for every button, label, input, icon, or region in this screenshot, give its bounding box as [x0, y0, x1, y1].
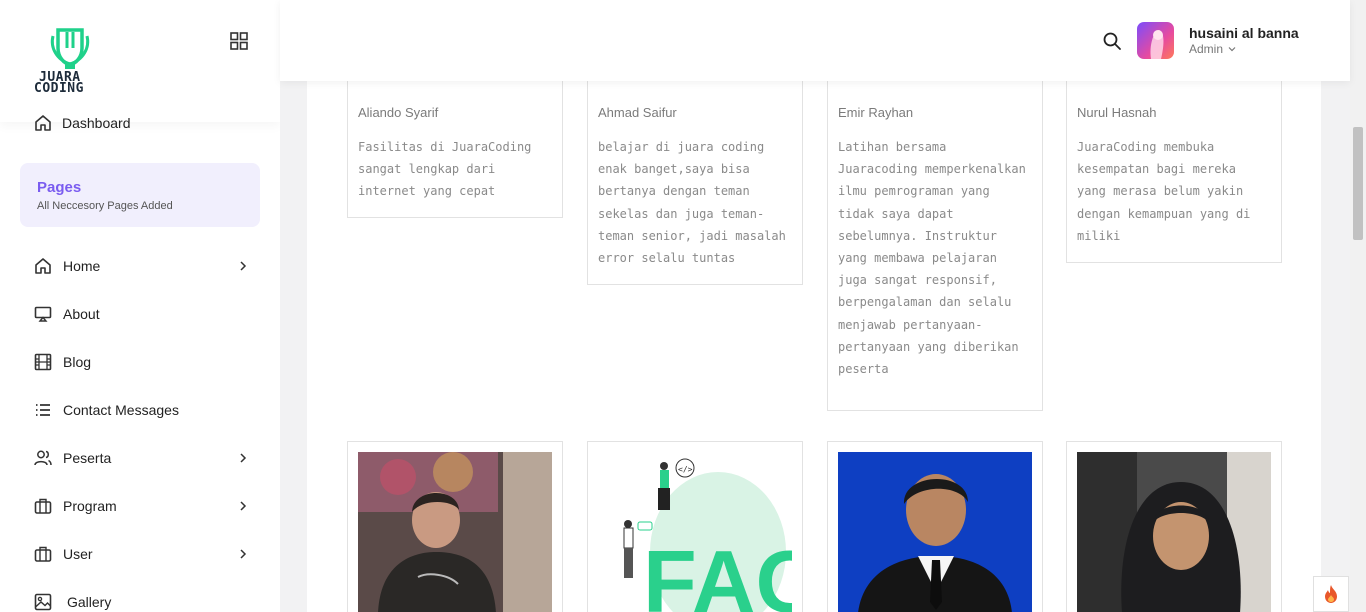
grid-menu-icon[interactable] — [229, 31, 249, 51]
participant-photo — [1077, 452, 1271, 612]
logo-text: JUARA CODING — [34, 70, 84, 96]
monitor-icon — [34, 306, 52, 322]
sidebar-item-home[interactable]: Home — [34, 242, 254, 290]
faq-illustration: FAQ </> — [598, 452, 792, 612]
sidebar-item-peserta[interactable]: Peserta — [34, 434, 254, 482]
sidebar-item-label: Home — [63, 258, 101, 274]
sidebar-item-about[interactable]: About — [34, 290, 254, 338]
chevron-right-icon — [240, 501, 247, 511]
sidebar-item-label: Peserta — [63, 450, 112, 466]
sidebar: JUARA CODING Dashboard Pages All Necceso… — [0, 0, 280, 612]
chevron-right-icon — [240, 261, 247, 271]
testimonial-text: JuaraCoding membuka kesempatan bagi mere… — [1077, 140, 1251, 243]
sidebar-item-program[interactable]: Program — [34, 482, 254, 530]
testimonial-name: Aliando Syarif — [358, 105, 439, 120]
user-role-dropdown[interactable]: Admin — [1189, 42, 1236, 56]
pages-title: Pages — [37, 179, 82, 196]
user-name[interactable]: husaini al banna — [1189, 25, 1299, 41]
sidebar-item-contact-messages[interactable]: Contact Messages — [34, 386, 254, 434]
participant-photo — [838, 452, 1032, 612]
testimonial-card: Ahmad Saifur belajar di juara coding ena… — [587, 81, 803, 285]
brand-header: JUARA CODING — [0, 0, 280, 122]
testimonial-card: Aliando Syarif Fasilitas di JuaraCoding … — [347, 81, 563, 218]
photo-card — [347, 441, 563, 612]
list-icon — [36, 404, 50, 416]
sidebar-item-label: User — [63, 546, 93, 562]
fire-button[interactable] — [1313, 576, 1349, 612]
code-tag-text: </> — [678, 465, 693, 474]
home-icon — [35, 258, 51, 274]
chevron-right-icon — [240, 549, 247, 559]
users-icon — [34, 450, 52, 466]
sidebar-item-blog[interactable]: Blog — [34, 338, 254, 386]
briefcase-icon — [34, 498, 52, 514]
testimonial-text: Fasilitas di JuaraCoding sangat lengkap … — [358, 140, 532, 199]
sidebar-item-label: About — [63, 306, 100, 322]
sidebar-item-label: Gallery — [67, 594, 112, 610]
sidebar-item-dashboard[interactable]: Dashboard — [34, 114, 131, 132]
photo-card: FAQ </> — [587, 441, 803, 612]
sidebar-menu: Home About Blog Contact Messages Peserta… — [34, 242, 254, 612]
film-icon — [34, 353, 52, 371]
scrollbar[interactable] — [1350, 0, 1366, 612]
sidebar-item-label: Dashboard — [62, 115, 131, 131]
image-icon — [34, 593, 52, 611]
sidebar-item-user[interactable]: User — [34, 530, 254, 578]
testimonial-text: Latihan bersama Juaracoding memperkenalk… — [838, 140, 1026, 377]
testimonial-text: belajar di juara coding enak banget,saya… — [598, 140, 786, 266]
briefcase-icon — [34, 546, 52, 562]
sidebar-item-label: Contact Messages — [63, 402, 179, 418]
sidebar-item-label: Program — [63, 498, 117, 514]
user-role: Admin — [1189, 42, 1224, 56]
pages-section-header: Pages All Neccesory Pages Added — [20, 163, 260, 227]
avatar[interactable] — [1137, 22, 1174, 59]
fire-icon — [1325, 585, 1337, 603]
top-header: husaini al banna Admin — [280, 0, 1350, 81]
testimonial-card: Nurul Hasnah JuaraCoding membuka kesempa… — [1066, 81, 1282, 263]
testimonial-name: Emir Rayhan — [838, 105, 914, 120]
chevron-right-icon — [240, 453, 247, 463]
photo-card — [827, 441, 1043, 612]
photo-card — [1066, 441, 1282, 612]
testimonial-name: Ahmad Saifur — [598, 105, 677, 120]
participant-photo — [358, 452, 552, 612]
scrollbar-thumb[interactable] — [1353, 127, 1363, 240]
search-icon[interactable] — [1102, 31, 1122, 51]
sidebar-item-gallery[interactable]: Gallery — [34, 578, 254, 612]
main-content: Aliando Syarif Fasilitas di JuaraCoding … — [307, 0, 1321, 612]
home-icon — [35, 115, 51, 131]
chevron-down-icon — [1228, 47, 1236, 52]
testimonial-name: Nurul Hasnah — [1077, 105, 1157, 120]
testimonial-card: Emir Rayhan Latihan bersama Juaracoding … — [827, 81, 1043, 411]
pages-subtitle: All Neccesory Pages Added — [37, 200, 173, 212]
sidebar-item-label: Blog — [63, 354, 92, 370]
faq-text: FAQ — [643, 532, 792, 612]
